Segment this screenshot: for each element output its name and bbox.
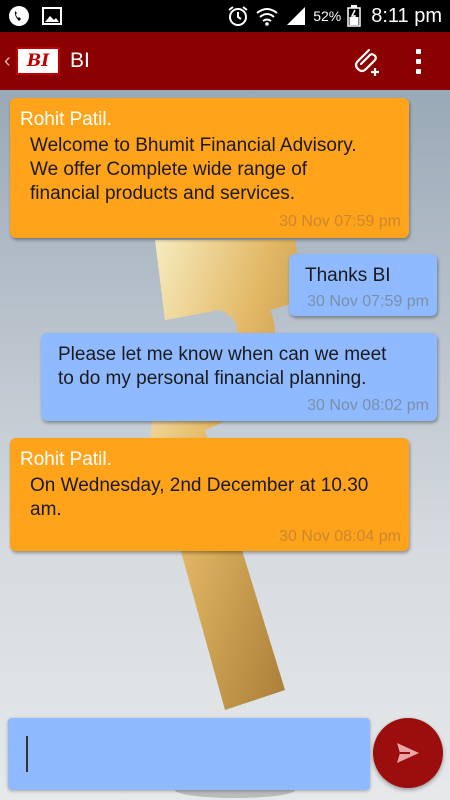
more-vert-icon[interactable] xyxy=(408,41,428,81)
message-input[interactable] xyxy=(8,718,370,790)
message-line: financial products and services. xyxy=(30,183,296,204)
app-bar: ‹ BI BI xyxy=(0,32,450,90)
sender-name: Rohit Patil. xyxy=(20,449,112,470)
back-chevron-icon[interactable]: ‹ xyxy=(4,50,14,73)
message-line: Welcome to Bhumit Financial Advisory. xyxy=(30,135,357,156)
alarm-icon xyxy=(227,5,249,27)
status-time: 8:11 pm xyxy=(371,4,442,27)
message-timestamp: 30 Nov 07:59 pm xyxy=(279,213,401,230)
message-text: Welcome to Bhumit Financial Advisory. We… xyxy=(30,134,357,206)
app-logo[interactable]: BI xyxy=(16,47,60,75)
message-line: Thanks BI xyxy=(305,265,391,286)
message-line: On Wednesday, 2nd December at 10.30 xyxy=(30,475,369,496)
logo-text: BI xyxy=(26,51,50,71)
attach-icon xyxy=(354,48,379,76)
chat-area[interactable]: Rohit Patil. Welcome to Bhumit Financial… xyxy=(0,90,450,800)
message-line: Please let me know when can we meet xyxy=(58,344,387,365)
send-icon xyxy=(397,743,419,763)
message-timestamp: 30 Nov 08:02 pm xyxy=(307,397,429,414)
message-bubble-received[interactable]: Rohit Patil. Welcome to Bhumit Financial… xyxy=(10,98,409,238)
message-text: On Wednesday, 2nd December at 10.30 am. xyxy=(30,474,368,522)
message-bubble-sent[interactable]: Please let me know when can we meet to d… xyxy=(41,333,437,421)
battery-icon xyxy=(347,5,361,27)
send-button[interactable] xyxy=(373,718,443,788)
message-text: Please let me know when can we meet to d… xyxy=(58,343,386,391)
message-line: to do my personal financial planning. xyxy=(58,368,367,389)
message-bubble-sent[interactable]: Thanks BI 30 Nov 07:59 pm xyxy=(289,254,437,316)
image-icon xyxy=(42,7,62,25)
signal-icon xyxy=(285,6,307,26)
attach-button[interactable] xyxy=(346,41,386,81)
chat-title: BI xyxy=(70,49,90,72)
message-text: Thanks BI xyxy=(305,264,391,288)
wifi-icon xyxy=(255,6,279,26)
phone-icon xyxy=(8,5,30,27)
message-timestamp: 30 Nov 08:04 pm xyxy=(279,528,401,545)
text-caret xyxy=(26,736,28,772)
message-line: am. xyxy=(30,499,62,520)
sender-name: Rohit Patil. xyxy=(20,109,112,130)
message-timestamp: 30 Nov 07:59 pm xyxy=(307,293,429,310)
message-line: We offer Complete wide range of xyxy=(30,159,308,180)
battery-percent: 52% xyxy=(313,8,342,24)
message-bubble-received[interactable]: Rohit Patil. On Wednesday, 2nd December … xyxy=(10,438,409,551)
status-bar: 52% 8:11 pm xyxy=(0,0,450,32)
